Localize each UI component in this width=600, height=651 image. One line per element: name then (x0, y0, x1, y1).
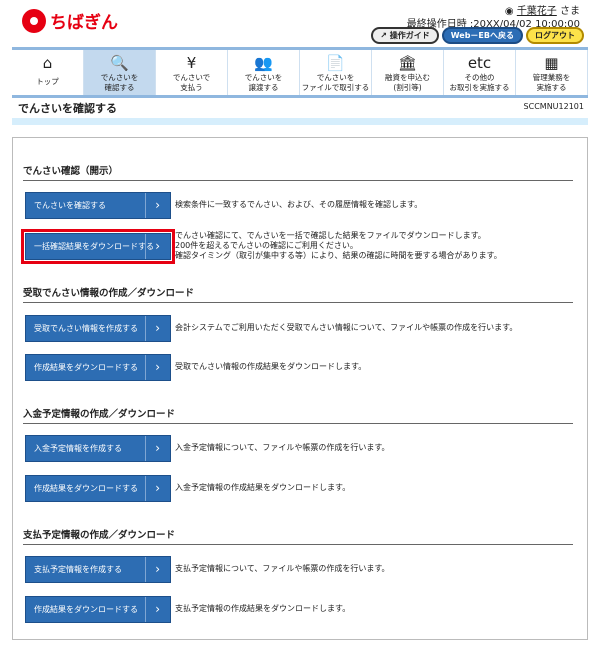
action-button[interactable]: 作成結果をダウンロードする › (25, 596, 171, 623)
button-description: でんさい確認にて、でんさいを一括で確認した結果をファイルでダウンロードします。 … (175, 231, 502, 260)
action-button[interactable]: 作成結果をダウンロードする › (25, 354, 171, 381)
chevron-right-icon: › (155, 441, 160, 455)
pay-icon: ¥ (186, 54, 197, 72)
nav-tab-6[interactable]: etc その他の お取引を実施する (444, 50, 516, 95)
screen-code: SCCMNU12101 (523, 102, 584, 111)
guide-label: 操作ガイド (389, 31, 430, 40)
chevron-right-icon: › (155, 360, 160, 374)
nav-tab-3[interactable]: 👥 でんさいを 譲渡する (228, 50, 300, 95)
action-button[interactable]: 作成結果をダウンロードする › (25, 475, 171, 502)
page-title: でんさいを確認する (18, 102, 117, 115)
nav-tab-2[interactable]: ¥ でんさいで 支払う (156, 50, 228, 95)
button-label: 入金予定情報を作成する (34, 444, 122, 453)
chevron-right-icon: › (155, 321, 160, 335)
nav-tab-1[interactable]: 🔍 でんさいを 確認する (84, 50, 156, 95)
section-heading: 入金予定情報の作成／ダウンロード (23, 406, 573, 424)
search-icon: 🔍 (110, 54, 129, 72)
guide-button[interactable]: ↗ 操作ガイド (371, 27, 439, 44)
admin-icon: ▦ (544, 54, 559, 72)
section-heading: 受取でんさい情報の作成／ダウンロード (23, 285, 573, 303)
button-description: 支払予定情報について、ファイルや帳票の作成を行います。 (175, 564, 390, 573)
nav-tab-label: でんさいを ファイルで取引する (301, 73, 370, 92)
action-button[interactable]: 支払予定情報を作成する › (25, 556, 171, 583)
button-label: 受取でんさい情報を作成する (34, 324, 138, 333)
action-button[interactable]: 入金予定情報を作成する › (25, 435, 171, 462)
etc-icon: etc (467, 54, 492, 72)
logo[interactable]: ちばぎん (22, 8, 118, 33)
action-button[interactable]: でんさいを確認する › (25, 192, 171, 219)
divider-strip (12, 118, 588, 125)
nav-tab-label: その他の お取引を実施する (449, 73, 510, 92)
logo-text: ちばぎん (50, 13, 118, 33)
button-description: 検索条件に一致するでんさい、および、その履歴情報を確認します。 (175, 200, 423, 209)
nav-tab-label: 管理業務を 実施する (532, 73, 571, 92)
section-heading: 支払予定情報の作成／ダウンロード (23, 527, 573, 545)
nav-tab-label: でんさいを 譲渡する (244, 73, 283, 92)
button-label: 作成結果をダウンロードする (34, 605, 138, 614)
nav-tab-label: トップ (36, 77, 59, 86)
button-label: 作成結果をダウンロードする (34, 484, 138, 493)
button-label: でんさいを確認する (34, 201, 106, 210)
chevron-right-icon: › (155, 198, 160, 212)
nav-tab-label: でんさいを 確認する (100, 73, 139, 92)
button-description: 入金予定情報について、ファイルや帳票の作成を行います。 (175, 443, 390, 452)
file-icon: 📄 (326, 54, 345, 72)
logout-button[interactable]: ログアウト (526, 27, 584, 44)
nav-tab-7[interactable]: ▦ 管理業務を 実施する (516, 50, 588, 95)
bank-icon: 🏛 (397, 54, 418, 72)
nav-tab-4[interactable]: 📄 でんさいを ファイルで取引する (300, 50, 372, 95)
nav-tab-5[interactable]: 🏛 融資を申込む (割引等) (372, 50, 444, 95)
transfer-icon: 👥 (254, 54, 273, 72)
section-heading: でんさい確認（開示） (23, 163, 573, 181)
button-description: 会計システムでご利用いただく受取でんさい情報について、ファイルや帳票の作成を行い… (175, 323, 518, 332)
chevron-right-icon: › (155, 562, 160, 576)
action-button[interactable]: 受取でんさい情報を作成する › (25, 315, 171, 342)
button-label: 支払予定情報を作成する (34, 565, 122, 574)
button-description: 入金予定情報の作成結果をダウンロードします。 (175, 483, 351, 492)
button-label: 作成結果をダウンロードする (34, 363, 138, 372)
chevron-right-icon: › (155, 602, 160, 616)
nav-tab-label: 融資を申込む (割引等) (385, 73, 430, 92)
button-description: 支払予定情報の作成結果をダウンロードします。 (175, 604, 351, 613)
main-nav: ⌂ トップ 🔍 でんさいを 確認する ¥ でんさいで 支払う 👥 でんさいを 譲渡する 📄 でんさ… (12, 47, 588, 98)
nav-tab-label: でんさいで 支払う (172, 73, 211, 92)
logo-mark-icon (22, 8, 46, 33)
button-description: 受取でんさい情報の作成結果をダウンロードします。 (175, 362, 367, 371)
web-eb-button[interactable]: Web－EBへ戻る (441, 27, 523, 44)
external-link-icon: ↗ (380, 31, 390, 40)
home-icon: ⌂ (42, 54, 53, 72)
action-button[interactable]: 一括確認結果をダウンロードする › (21, 229, 175, 264)
button-label: 一括確認結果をダウンロードする (34, 242, 154, 251)
chevron-right-icon: › (155, 239, 160, 253)
nav-tab-0[interactable]: ⌂ トップ (12, 50, 84, 95)
chevron-right-icon: › (155, 481, 160, 495)
